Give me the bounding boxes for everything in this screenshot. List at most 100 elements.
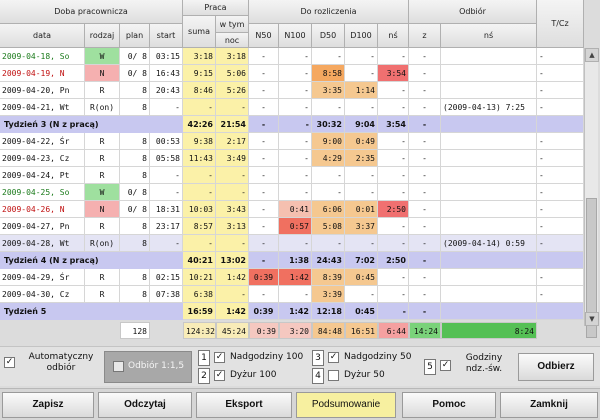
cell-suma: 11:43	[183, 150, 216, 167]
cell-n100: -	[279, 184, 312, 201]
table-row[interactable]: 2009-04-28, Wt R(on) 8- - - - - - - - - (2009-04-14…	[0, 235, 584, 252]
priority-box-2[interactable]: 2	[198, 368, 210, 384]
cell-tcz: -	[537, 65, 584, 82]
table-row[interactable]: 2009-04-21, Wt R(on) 8- - - - - - - - - (2009-04-13…	[0, 99, 584, 116]
cell-suma: 16:59	[183, 303, 216, 320]
table-row[interactable]: 2009-04-26, N N 0/ 8 18:31 10:03 3:43-0:41 6:0…	[0, 201, 584, 218]
cell-n100: 1:42	[279, 269, 312, 286]
cell-ns: -	[378, 184, 409, 201]
cell-d100: 9:04	[345, 116, 378, 133]
table-row[interactable]: 2009-04-29, Śr R 8 02:15 10:21 1:42 0:39 1:42 8:…	[0, 269, 584, 286]
scroll-down-icon[interactable]: ▼	[585, 312, 599, 326]
header-d100: D100	[345, 24, 378, 48]
total-suma: 124:32	[183, 322, 216, 339]
cell-ns: 2:50	[378, 252, 409, 269]
cell-n100: 0:57	[279, 218, 312, 235]
week-label: Tydzień 5	[4, 307, 47, 316]
vertical-scrollbar[interactable]: ▲ ▼	[584, 48, 599, 338]
cell-n100: -	[279, 150, 312, 167]
table-row[interactable]: 2009-04-24, Pt R 8- - - - - - - - - -	[0, 167, 584, 184]
auto-odbior-checkbox[interactable]: ✓	[4, 357, 15, 368]
odbior-ratio-label: Odbiór 1:1,5	[128, 361, 185, 371]
table-row[interactable]: 2009-04-19, N N 0/ 8 16:43 9:15 5:06- -8:58-3:…	[0, 65, 584, 82]
cell-ons	[441, 133, 537, 150]
header-odbior: Odbiór	[409, 0, 537, 24]
nadgodziny-100-checkbox[interactable]: ✓	[214, 352, 225, 363]
priority-box-3[interactable]: 3	[312, 350, 324, 366]
nadgodziny-50-checkbox[interactable]: ✓	[328, 352, 339, 363]
table-row[interactable]: 2009-04-20, Pn R 8 20:43 8:46 5:26- -3:35 1:14-…	[0, 82, 584, 99]
zapisz-button[interactable]: Zapisz	[2, 392, 94, 418]
cell-tcz: -	[537, 150, 584, 167]
eksport-button[interactable]: Eksport	[196, 392, 292, 418]
total-n100: 3:20	[279, 322, 312, 339]
cell-tcz: -	[537, 48, 584, 65]
cell-suma: 8:57	[183, 218, 216, 235]
cell-z: -	[409, 167, 441, 184]
cell-tcz	[537, 303, 584, 320]
cell-n50: 0:39	[249, 269, 279, 286]
total-ons: 8:24	[441, 322, 537, 339]
cell-tcz: -	[537, 99, 584, 116]
cell-plan: 8	[120, 99, 150, 116]
cell-d50: 3:35	[312, 82, 345, 99]
header-noc: noc	[216, 33, 249, 48]
header-wtym: w tym	[216, 16, 249, 33]
table-row[interactable]: 2009-04-25, So W 0/ 8----------	[0, 184, 584, 201]
cell-rodzaj: R	[85, 218, 120, 235]
cell-n100: -	[279, 167, 312, 184]
week-summary-row[interactable]: Tydzień 5 16:59 1:42 0:39 1:42 12:18 0:45- -	[0, 303, 584, 320]
total-d50: 84:48	[312, 322, 345, 339]
scroll-up-icon[interactable]: ▲	[585, 48, 599, 62]
podsumowanie-button[interactable]: Podsumowanie	[296, 392, 396, 418]
dyzur-50-checkbox[interactable]	[328, 370, 339, 381]
zamknij-button[interactable]: Zamknij	[500, 392, 598, 418]
cell-d100: -	[345, 286, 378, 303]
dyzur-50-label: Dyżur 50	[344, 370, 385, 380]
priority-box-5[interactable]: 5	[424, 359, 436, 375]
table-row[interactable]: 2009-04-30, Cz R 8 07:38 6:38- - -3:39- - - -	[0, 286, 584, 303]
cell-plan: 8	[120, 269, 150, 286]
cell-rodzaj: W	[85, 184, 120, 201]
cell-n100: 1:42	[279, 303, 312, 320]
godziny-label: Godziny ndz.-św.	[465, 353, 503, 374]
cell-start: 07:38	[150, 286, 183, 303]
table-row[interactable]: 2009-04-22, Śr R 8 00:53 9:38 2:17- -9:00 0:49-…	[0, 133, 584, 150]
table-row[interactable]: 2009-04-18, So W 0/ 8 03:15 3:18 3:18- - - - - - -	[0, 48, 584, 65]
cell-rodzaj: R	[85, 269, 120, 286]
cell-noc: 3:18	[216, 48, 249, 65]
cell-z: -	[409, 269, 441, 286]
week-summary-row[interactable]: Tydzień 3 (N z pracą) 42:26 21:54- -30:32 9:…	[0, 116, 584, 133]
cell-n100: -	[279, 116, 312, 133]
godziny-checkbox[interactable]: ✓	[440, 360, 451, 371]
cell-tcz: -	[537, 133, 584, 150]
odczytaj-button[interactable]: Odczytaj	[98, 392, 192, 418]
table-row[interactable]: 2009-04-23, Cz R 8 05:58 11:43 3:49- -4:29 2:35…	[0, 150, 584, 167]
table-row[interactable]: 2009-04-27, Pn R 8 23:17 8:57 3:13-0:57 5:08 3:…	[0, 218, 584, 235]
cell-plan: 8	[120, 82, 150, 99]
cell-suma: 9:15	[183, 65, 216, 82]
week-summary-row[interactable]: Tydzień 4 (N z pracą) 40:21 13:02-1:38 24:4…	[0, 252, 584, 269]
cell-plan: 8	[120, 286, 150, 303]
dyzur-100-checkbox[interactable]: ✓	[214, 370, 225, 381]
cell-noc: 21:54	[216, 116, 249, 133]
cell-n100: 0:41	[279, 201, 312, 218]
odbior-ratio-checkbox[interactable]	[113, 361, 124, 372]
cell-date: 2009-04-30, Cz	[0, 286, 85, 303]
cell-rodzaj: W	[85, 48, 120, 65]
cell-tcz: -	[537, 201, 584, 218]
odbierz-button[interactable]: Odbierz	[518, 353, 594, 381]
cell-ns: -	[378, 303, 409, 320]
cell-date: 2009-04-24, Pt	[0, 167, 85, 184]
cell-z: -	[409, 150, 441, 167]
cell-n50: -	[249, 252, 279, 269]
cell-d50: 30:32	[312, 116, 345, 133]
totals-row: 128 124:32 45:24 0:39 3:20 84:48 16:51 6:44 14:2…	[0, 322, 584, 339]
cell-ns: -	[378, 99, 409, 116]
priority-box-4[interactable]: 4	[312, 368, 324, 384]
cell-ns: -	[378, 269, 409, 286]
checkmark-icon: ✓	[4, 357, 15, 368]
pomoc-button[interactable]: Pomoc	[402, 392, 496, 418]
cell-ons	[441, 184, 537, 201]
priority-box-1[interactable]: 1	[198, 350, 210, 366]
